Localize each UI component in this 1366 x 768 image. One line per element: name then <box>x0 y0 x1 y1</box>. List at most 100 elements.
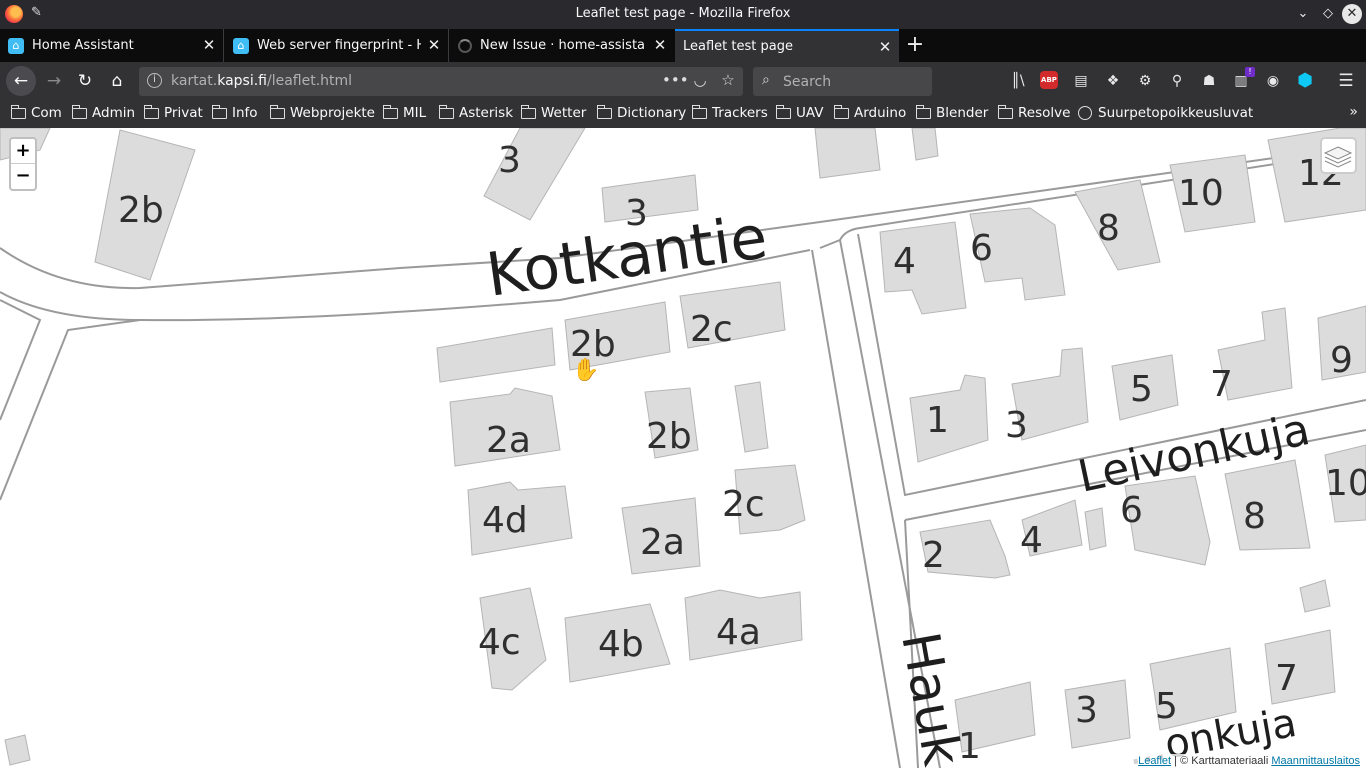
adblock-plus-icon[interactable]: ABP <box>1040 71 1058 89</box>
bookmark-label: Trackers <box>712 105 768 121</box>
map-house-label: 4d <box>482 500 528 541</box>
search-input[interactable] <box>783 67 923 96</box>
tab-label: Home Assistant <box>32 38 134 53</box>
key-icon[interactable]: ⚲ <box>1167 71 1187 91</box>
zoom-in-button[interactable]: + <box>11 139 35 164</box>
bookmark-label: Resolve <box>1018 105 1071 121</box>
new-tab-button[interactable]: + <box>904 34 926 56</box>
close-tab-icon[interactable]: ✕ <box>652 37 668 53</box>
tab-label: Web server fingerprint - H <box>257 38 421 53</box>
map-house-label: 4c <box>478 622 521 663</box>
globe-icon <box>1078 106 1092 120</box>
home-button[interactable]: ⌂ <box>104 68 130 94</box>
pocket-icon[interactable]: ◡ <box>690 71 710 89</box>
map-house-label: 1 <box>926 400 949 441</box>
bookmark-folder-com[interactable]: Com <box>10 104 62 121</box>
search-box[interactable]: ⌕ <box>753 67 932 96</box>
maanmittauslaitos-link[interactable]: Maanmittauslaitos <box>1271 755 1360 767</box>
tab-label: Leaflet test page <box>683 39 793 54</box>
url-bar[interactable]: i kartat.kapsi.fi/leaflet.html ••• ◡ ☆ <box>139 67 743 96</box>
bookmark-label: Asterisk <box>459 105 514 121</box>
bookmarks-bar: Com Admin Privat Info Webprojekte MIL As… <box>0 100 1366 128</box>
bookmark-star-icon[interactable]: ☆ <box>718 71 738 89</box>
bookmark-label: Admin <box>92 105 136 121</box>
close-window-button[interactable]: ✕ <box>1342 4 1362 24</box>
more-bookmarks-chevron-icon[interactable]: » <box>1349 104 1358 120</box>
bookmark-label: UAV <box>796 105 824 121</box>
bookmark-folder-info[interactable]: Info <box>211 104 258 121</box>
folder-icon <box>211 104 227 119</box>
bookmark-folder-mil[interactable]: MIL <box>382 104 427 121</box>
map-house-label: 7 <box>1210 364 1233 405</box>
bookmark-folder-blender[interactable]: Blender <box>915 104 988 121</box>
bookmark-folder-wetter[interactable]: Wetter <box>520 104 586 121</box>
tab-label: New Issue · home-assistant <box>480 38 644 53</box>
map-house-label: 3 <box>498 140 521 181</box>
map-house-label: 2 <box>922 535 945 576</box>
map-house-label: 7 <box>1275 658 1298 699</box>
map-house-label: 2c <box>690 309 733 350</box>
close-tab-icon[interactable]: ✕ <box>426 37 442 53</box>
back-button[interactable]: ← <box>6 66 36 96</box>
search-icon: ⌕ <box>762 72 770 88</box>
map-house-label: 4 <box>893 241 916 282</box>
bookmark-folder-admin[interactable]: Admin <box>71 104 136 121</box>
bookmark-label: Com <box>31 105 62 121</box>
leaflet-map[interactable]: 3 2b 3 4 6 8 10 12 2b 2c 2a 2b 2c 4d 2a … <box>0 128 1366 768</box>
folder-icon <box>143 104 159 119</box>
loading-icon <box>458 38 472 53</box>
url-text[interactable]: kartat.kapsi.fi/leaflet.html <box>171 73 352 89</box>
street-label-hauk: Hauk <box>889 628 971 768</box>
hexagon-extension-icon[interactable]: ⬢ <box>1295 71 1315 91</box>
url-prefix: kartat. <box>171 73 218 89</box>
folder-icon <box>10 104 26 119</box>
zoom-out-button[interactable]: − <box>11 164 35 189</box>
tab-home-assistant[interactable]: ⌂ Home Assistant ✕ <box>0 29 224 62</box>
bookmark-folder-uav[interactable]: UAV <box>775 104 824 121</box>
close-tab-icon[interactable]: ✕ <box>201 37 217 53</box>
map-house-label: 3 <box>1005 405 1028 446</box>
equalizer-icon[interactable]: ▥ <box>1231 67 1255 91</box>
close-tab-icon[interactable]: ✕ <box>877 39 893 55</box>
bookmark-label: MIL <box>403 105 427 121</box>
bookmark-suurpetopoikkeusluvat[interactable]: Suurpetopoikkeusluvat <box>1078 105 1253 121</box>
bug-icon[interactable]: ☗ <box>1199 71 1219 91</box>
tab-strip: ⌂ Home Assistant ✕ ⌂ Web server fingerpr… <box>0 29 1366 62</box>
bookmark-folder-webprojekte[interactable]: Webprojekte <box>269 104 375 121</box>
bookmark-folder-trackers[interactable]: Trackers <box>691 104 768 121</box>
bookmark-folder-dictionary[interactable]: Dictionary <box>596 104 686 121</box>
minimize-button[interactable]: ⌄ <box>1293 4 1313 24</box>
attribution-text: | © Karttamateriaali <box>1171 755 1272 767</box>
folder-icon <box>438 104 454 119</box>
bookmark-label: Arduino <box>854 105 907 121</box>
maximize-button[interactable]: ◇ <box>1318 4 1338 24</box>
map-house-label: 2a <box>640 522 685 563</box>
map-house-label: 2b <box>646 416 692 457</box>
gear-icon[interactable]: ⚙ <box>1135 71 1155 91</box>
bookmark-folder-resolve[interactable]: Resolve <box>997 104 1071 121</box>
bookmark-folder-arduino[interactable]: Arduino <box>833 104 907 121</box>
layers-control-button[interactable] <box>1320 137 1357 174</box>
tab-leaflet-test-page[interactable]: Leaflet test page ✕ <box>675 29 899 62</box>
page-actions-icon[interactable]: ••• <box>662 71 689 89</box>
folder-icon <box>269 104 285 119</box>
reload-button[interactable]: ↻ <box>72 68 98 94</box>
account-icon[interactable]: ◉ <box>1263 71 1283 91</box>
title-bar: ✎ Leaflet test page - Mozilla Firefox ⌄ … <box>0 0 1366 29</box>
bookmark-folder-asterisk[interactable]: Asterisk <box>438 104 514 121</box>
tab-web-server-fingerprint[interactable]: ⌂ Web server fingerprint - H ✕ <box>225 29 449 62</box>
sidebar-icon[interactable]: ▤ <box>1071 71 1091 91</box>
library-icon[interactable]: ║\ <box>1008 71 1028 91</box>
bookmark-label: Info <box>232 105 258 121</box>
leaflet-link[interactable]: Leaflet <box>1138 755 1171 767</box>
folder-icon <box>691 104 707 119</box>
url-domain: kapsi.fi <box>217 73 267 89</box>
tab-new-issue[interactable]: New Issue · home-assistant ✕ <box>450 29 674 62</box>
extension-icon[interactable]: ❖ <box>1103 71 1123 91</box>
menu-icon[interactable]: ☰ <box>1336 71 1356 91</box>
window-title: Leaflet test page - Mozilla Firefox <box>575 6 791 21</box>
bookmark-folder-privat[interactable]: Privat <box>143 104 203 121</box>
info-icon[interactable]: i <box>147 73 162 88</box>
forward-button[interactable]: → <box>41 68 67 94</box>
map-attribution: Leaflet | © Karttamateriaali Maanmittaus… <box>1132 754 1366 768</box>
